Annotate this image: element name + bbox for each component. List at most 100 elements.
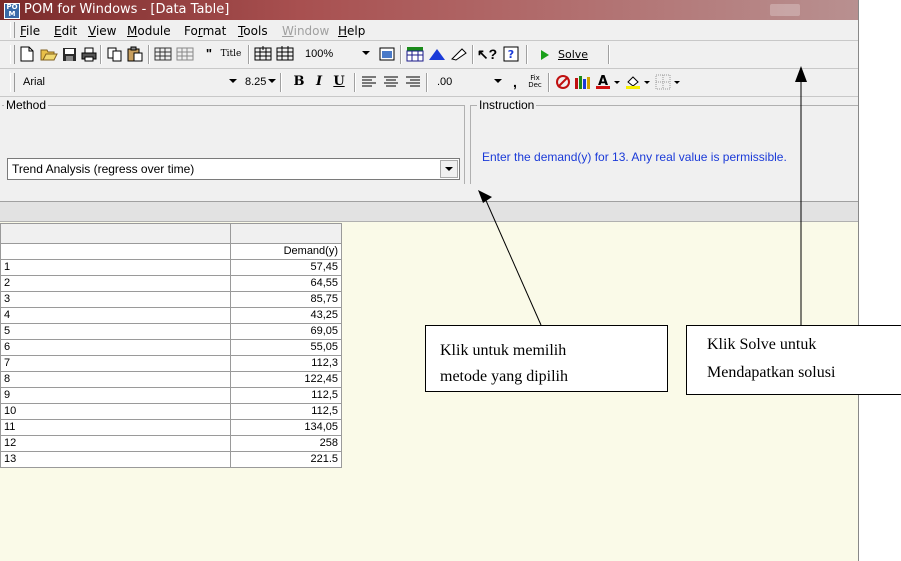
open-folder-icon[interactable] [40, 45, 58, 63]
menu-grip [10, 22, 15, 38]
color-bars-icon[interactable] [574, 73, 592, 91]
column-header-demand[interactable]: Demand(y) [230, 243, 342, 260]
demand-value-cell[interactable]: 43,25 [230, 307, 342, 324]
window-view-icon[interactable] [378, 45, 396, 63]
comma-format-icon[interactable]: , [506, 73, 524, 91]
table-row: 9 112,5 [0, 387, 342, 404]
row-label-cell[interactable]: 13 [0, 451, 231, 468]
paste-icon[interactable] [126, 45, 144, 63]
demand-value-cell[interactable]: 69,05 [230, 323, 342, 340]
menu-edit[interactable]: Edit [54, 24, 77, 38]
delete-rows-icon[interactable] [176, 45, 194, 63]
quote-icon[interactable]: " [200, 45, 218, 63]
grid-rows-icon[interactable] [276, 45, 294, 63]
table-row: 7 112,3 [0, 355, 342, 372]
chevron-down-icon[interactable] [642, 73, 652, 91]
row-header-blank [0, 243, 231, 260]
chevron-down-icon[interactable] [672, 73, 682, 91]
context-help-icon[interactable]: ↖? [477, 45, 497, 63]
row-label-cell[interactable]: 8 [0, 371, 231, 388]
toolbar-separator [526, 45, 528, 64]
solve-button[interactable]: Solve [534, 45, 606, 65]
menu-module[interactable]: Module [127, 24, 171, 38]
table-output-icon[interactable] [406, 45, 424, 63]
fix-dec-icon[interactable]: Fix Dec [526, 73, 544, 91]
row-label-cell[interactable]: 9 [0, 387, 231, 404]
demand-value-cell[interactable]: 112,3 [230, 355, 342, 372]
table-row: 13 221.5 [0, 451, 342, 468]
demand-value-cell[interactable]: 112,5 [230, 403, 342, 420]
row-label-cell[interactable]: 6 [0, 339, 231, 356]
row-label-cell[interactable]: 11 [0, 419, 231, 436]
save-disk-icon[interactable] [60, 45, 78, 63]
borders-icon[interactable] [654, 73, 672, 91]
row-label-cell[interactable]: 10 [0, 403, 231, 420]
demand-value-cell[interactable]: 258 [230, 435, 342, 452]
help-icon[interactable]: ? [502, 45, 520, 63]
row-label-cell[interactable]: 1 [0, 259, 231, 276]
menu-window[interactable]: Window [282, 24, 329, 38]
underline-icon[interactable]: U [330, 73, 348, 91]
font-size-select[interactable]: 8.25 [242, 73, 278, 93]
font-size-value: 8.25 [245, 76, 267, 88]
demand-value-cell[interactable]: 85,75 [230, 291, 342, 308]
no-zero-icon[interactable] [554, 73, 572, 91]
insert-rows-icon[interactable] [154, 45, 172, 63]
zoom-value: 100% [305, 48, 334, 60]
bold-icon[interactable]: B [290, 73, 308, 91]
demand-value-cell[interactable]: 64,55 [230, 275, 342, 292]
menu-format[interactable]: Format [184, 24, 226, 38]
method-select[interactable]: Trend Analysis (regress over time) [7, 158, 460, 180]
grid-columns-icon[interactable] [254, 45, 272, 63]
demand-value-cell[interactable]: 221.5 [230, 451, 342, 468]
copy-icon[interactable] [106, 45, 124, 63]
chevron-down-icon[interactable] [612, 73, 622, 91]
font-color-icon[interactable]: A [594, 73, 612, 91]
demand-value-cell[interactable]: 122,45 [230, 371, 342, 388]
align-left-icon[interactable] [360, 73, 378, 91]
italic-icon[interactable]: I [310, 73, 328, 91]
title-tool-label: Title [220, 49, 242, 59]
row-label-cell[interactable]: 7 [0, 355, 231, 372]
new-file-icon[interactable] [18, 45, 36, 63]
method-dropdown-button[interactable] [440, 160, 458, 178]
table-row: 12 258 [0, 435, 342, 452]
print-icon[interactable] [80, 45, 98, 63]
standard-toolbar: " Title 100% ↖? ? Solve [0, 41, 858, 69]
decimal-format-select[interactable]: .00 [432, 73, 506, 93]
fill-color-icon[interactable] [624, 73, 642, 91]
menu-view[interactable]: View [88, 24, 116, 38]
pom-app-icon: PO M [4, 3, 20, 19]
demand-value-cell[interactable]: 112,5 [230, 387, 342, 404]
row-label-cell[interactable]: 4 [0, 307, 231, 324]
menu-file[interactable]: File [20, 24, 40, 38]
menu-tools[interactable]: Tools [238, 24, 268, 38]
menu-help[interactable]: Help [338, 24, 365, 38]
app-window: PO M POM for Windows - [Data Table] File … [0, 0, 859, 561]
demand-value-cell[interactable]: 57,45 [230, 259, 342, 276]
column-header-blank [230, 223, 342, 244]
solve-callout-line2: Mendapatkan solusi [707, 364, 836, 381]
annotate-pen-icon[interactable] [450, 45, 468, 63]
menu-bar: File Edit View Module Format Tools Windo… [0, 20, 858, 41]
panel-divider-strip [0, 202, 858, 222]
zoom-select[interactable]: 100% [300, 45, 374, 65]
align-right-icon[interactable] [404, 73, 422, 91]
font-name-select[interactable]: Arial [18, 73, 241, 93]
align-center-icon[interactable] [382, 73, 400, 91]
row-label-cell[interactable]: 3 [0, 291, 231, 308]
decimal-format-value: .00 [437, 76, 453, 88]
title-tool-icon[interactable]: Title [218, 45, 244, 63]
demand-value-cell[interactable]: 55,05 [230, 339, 342, 356]
row-label-cell[interactable]: 2 [0, 275, 231, 292]
title-bar-control[interactable] [770, 4, 800, 16]
comma-label: , [513, 74, 517, 90]
instruction-text: Enter the demand(y) for 13. Any real val… [482, 150, 787, 164]
table-row: 5 69,05 [0, 323, 342, 340]
normal-curve-icon[interactable] [428, 45, 446, 63]
row-label-cell[interactable]: 12 [0, 435, 231, 452]
demand-value-cell[interactable]: 134,05 [230, 419, 342, 436]
svg-text:?: ? [508, 48, 514, 61]
table-row: 6 55,05 [0, 339, 342, 356]
row-label-cell[interactable]: 5 [0, 323, 231, 340]
